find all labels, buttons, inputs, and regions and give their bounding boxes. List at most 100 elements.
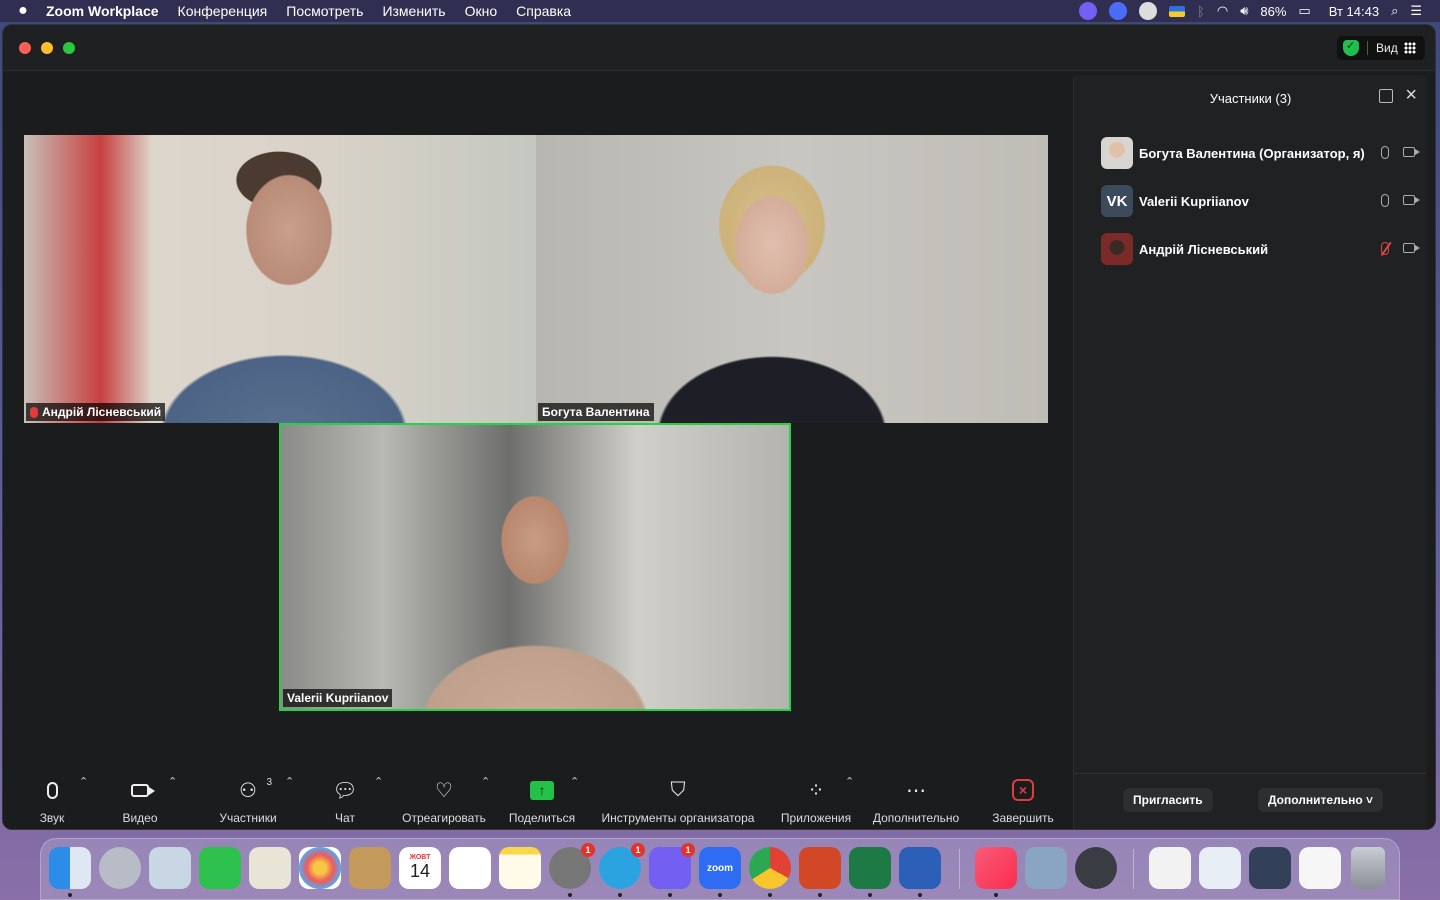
close-icon[interactable]: × — [1405, 84, 1417, 107]
trash-icon[interactable] — [1351, 847, 1385, 889]
notes-icon[interactable] — [499, 847, 541, 889]
muted-microphone-icon[interactable] — [1381, 242, 1389, 255]
calendar-month: ЖОВТ — [409, 854, 431, 861]
participants-label: Участники — [219, 811, 277, 825]
wifi-icon[interactable]: ◠ — [1217, 3, 1228, 19]
shield-icon: ⛉ — [670, 778, 686, 801]
end-meeting-button[interactable]: × Завершить — [990, 763, 1056, 829]
apps-button[interactable]: ⁘ Приложения — [778, 763, 854, 829]
chrome-icon[interactable] — [749, 847, 791, 897]
participant-row[interactable]: Богута Валентина (Организатор, я) — [1074, 129, 1427, 177]
running-indicator — [68, 893, 72, 897]
audio-options-chevron-icon[interactable]: ⌃ — [79, 775, 88, 788]
microphone-icon[interactable] — [1381, 194, 1389, 207]
document-thumbnail-icon[interactable] — [1149, 847, 1191, 889]
react-label: Отреагировать — [402, 811, 486, 825]
view-button[interactable]: Вид — [1337, 36, 1425, 60]
preview-icon[interactable] — [149, 847, 191, 889]
calendar-icon[interactable]: ЖОВТ 14 — [399, 847, 441, 889]
menu-help[interactable]: Справка — [516, 3, 571, 19]
system-preferences-icon[interactable]: 1 — [549, 843, 595, 897]
menu-app-name[interactable]: Zoom Workplace — [46, 3, 159, 19]
participant-row[interactable]: Андрій Лісневський — [1074, 225, 1427, 273]
video-tile[interactable]: Андрій Лісневський — [24, 135, 536, 423]
more-button[interactable]: ⋯ Дополнительно — [869, 763, 963, 829]
viber-status-icon[interactable] — [1079, 2, 1098, 20]
ukraine-flag-icon[interactable] — [1169, 5, 1186, 17]
react-options-chevron-icon[interactable]: ⌃ — [481, 775, 490, 788]
volume-icon[interactable]: 🔊︎ — [1240, 3, 1248, 19]
close-window-button[interactable] — [19, 42, 31, 54]
battery-percent[interactable]: 86% — [1260, 4, 1286, 19]
participants-count: 3 — [266, 777, 272, 788]
bluetooth-icon[interactable]: ᛒ — [1197, 4, 1205, 19]
security-shield-icon[interactable] — [1343, 39, 1359, 56]
maps-icon[interactable] — [249, 847, 291, 889]
image-capture-icon[interactable] — [1025, 847, 1067, 889]
menu-view[interactable]: Посмотреть — [286, 3, 363, 19]
telegram-icon[interactable]: 1 — [599, 843, 645, 897]
audio-button[interactable]: Звук — [35, 763, 69, 829]
launchpad-icon[interactable] — [99, 847, 141, 889]
video-button[interactable]: Видео — [117, 763, 163, 829]
fullscreen-window-button[interactable] — [63, 42, 75, 54]
window-thumbnail-icon[interactable] — [1249, 847, 1291, 889]
photos-icon[interactable] — [299, 847, 341, 889]
participant-row[interactable]: VK Valerii Kupriianov — [1074, 177, 1427, 225]
camera-icon[interactable] — [1403, 147, 1420, 157]
zoom-app-icon[interactable]: zoom — [699, 847, 741, 897]
invite-button[interactable]: Пригласить — [1123, 788, 1213, 812]
zoom-status-icon[interactable] — [1109, 2, 1128, 20]
more-dots-icon: ⋯ — [906, 779, 926, 802]
chat-options-chevron-icon[interactable]: ⌃ — [374, 775, 383, 788]
minimize-window-button[interactable] — [41, 42, 53, 54]
camera-icon — [131, 783, 155, 797]
viber-icon[interactable]: 1 — [649, 843, 695, 897]
running-indicator — [918, 893, 922, 897]
calendar-day: 14 — [409, 861, 431, 881]
title-bar: Вид — [3, 25, 1435, 71]
word-icon[interactable] — [899, 847, 941, 897]
camera-icon[interactable] — [1403, 195, 1420, 205]
spotlight-search-icon[interactable]: ⌕ — [1391, 3, 1398, 19]
powerpoint-icon[interactable] — [799, 847, 841, 897]
video-tile-active-speaker[interactable]: Valerii Kupriianov — [279, 423, 791, 711]
tile-name-label: Богута Валентина — [538, 403, 654, 421]
participants-icon: ⚇ — [239, 779, 257, 802]
share-options-chevron-icon[interactable]: ⌃ — [570, 775, 579, 788]
panel-title: Участники (3) — [1209, 91, 1292, 106]
participants-options-chevron-icon[interactable]: ⌃ — [285, 775, 294, 788]
video-tile[interactable]: Богута Валентина — [536, 135, 1048, 423]
window-thumbnail-icon[interactable] — [1299, 847, 1341, 889]
pop-out-icon[interactable] — [1379, 89, 1393, 103]
quicktime-icon[interactable] — [1075, 847, 1117, 889]
menu-edit[interactable]: Изменить — [382, 3, 445, 19]
microphone-icon[interactable] — [1381, 146, 1389, 159]
apps-options-chevron-icon[interactable]: ⌃ — [845, 775, 854, 788]
apple-icon[interactable]: ● — [0, 2, 46, 20]
video-options-chevron-icon[interactable]: ⌃ — [168, 775, 177, 788]
menu-conference[interactable]: Конференция — [178, 3, 268, 19]
document-thumbnail-icon[interactable] — [1199, 847, 1241, 889]
running-indicator — [868, 893, 872, 897]
more-options-button[interactable]: Дополнительно ˅ — [1257, 788, 1383, 812]
control-center-icon[interactable]: ☰ — [1410, 3, 1422, 19]
dock-divider — [1133, 849, 1134, 889]
battery-icon[interactable]: ▭ — [1298, 3, 1310, 19]
excel-icon[interactable] — [849, 847, 891, 897]
menu-window[interactable]: Окно — [465, 3, 498, 19]
music-icon[interactable] — [975, 847, 1017, 897]
share-button[interactable]: ↑ Поделиться — [506, 763, 578, 829]
camera-icon[interactable] — [1403, 243, 1420, 253]
participants-button[interactable]: ⚇ 3 Участники — [213, 763, 283, 829]
creative-cloud-icon[interactable] — [1139, 2, 1158, 20]
finder-icon[interactable] — [49, 847, 91, 897]
contacts-icon[interactable] — [349, 847, 391, 889]
clock[interactable]: Вт 14:43 — [1329, 4, 1379, 19]
react-button[interactable]: ♡ Отреагировать — [398, 763, 490, 829]
host-tools-button[interactable]: ⛉ Инструменты организатора — [594, 763, 762, 829]
chat-button[interactable]: 💬︎ Чат — [331, 763, 359, 829]
reminders-icon[interactable] — [449, 847, 491, 889]
facetime-icon[interactable] — [199, 847, 241, 889]
running-indicator — [668, 893, 672, 897]
